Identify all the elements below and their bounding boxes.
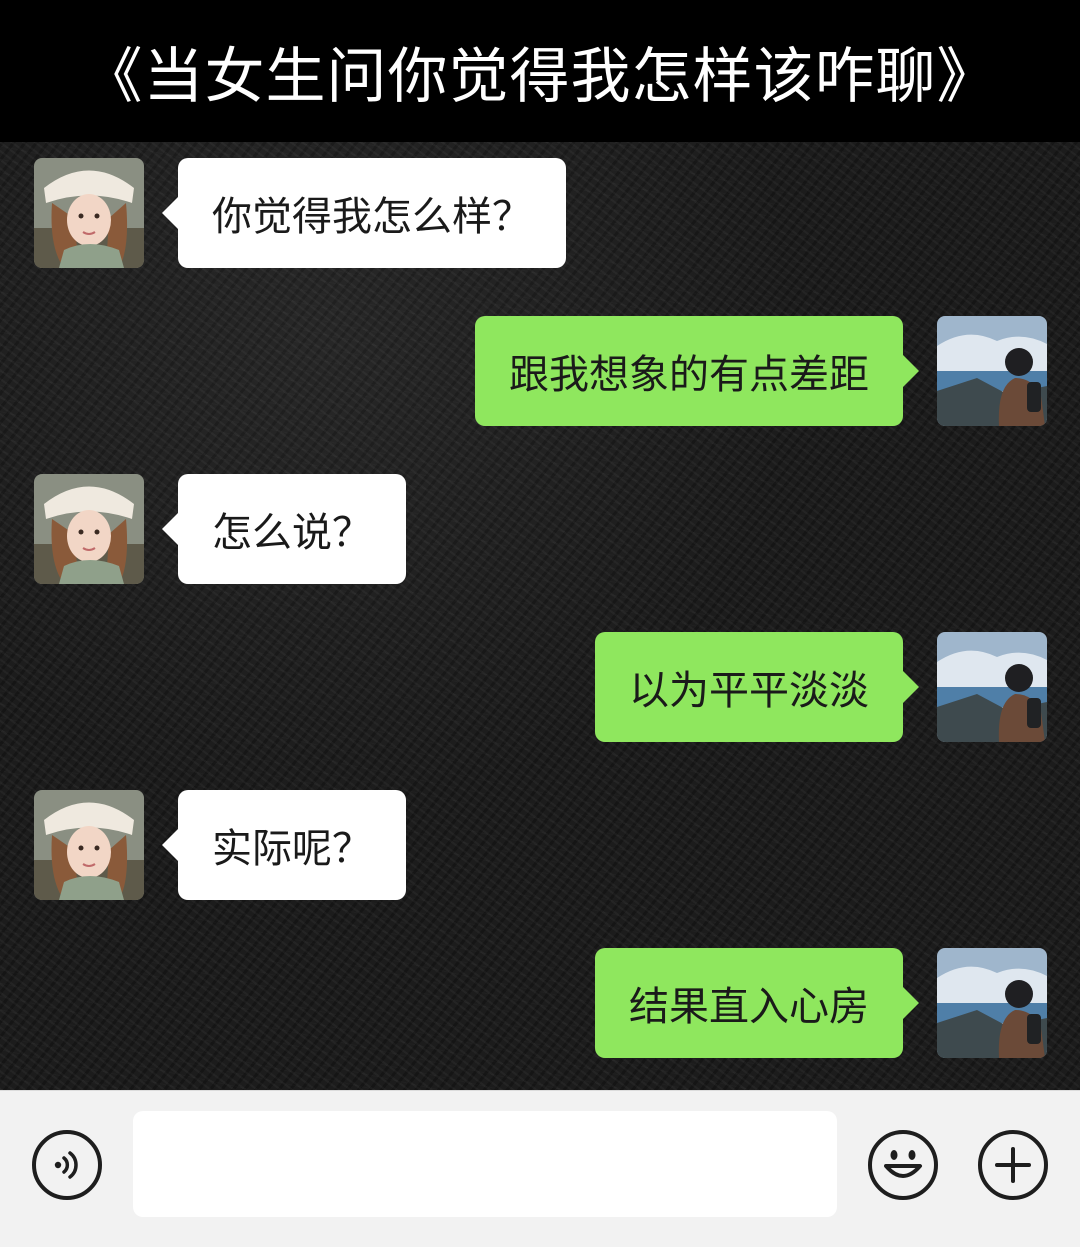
message-input[interactable]: [133, 1111, 837, 1217]
page-title: 《当女生问你觉得我怎样该咋聊》: [82, 41, 998, 112]
emoji-icon: [884, 1150, 922, 1178]
avatar-girl[interactable]: [34, 158, 144, 268]
voice-button[interactable]: [32, 1130, 102, 1200]
avatar-boy[interactable]: [937, 316, 1047, 426]
boy-avatar-image: [937, 632, 1047, 742]
message-text: 跟我想象的有点差距: [509, 352, 869, 398]
emoji-button[interactable]: [868, 1130, 938, 1200]
message-text: 怎么说？: [212, 510, 372, 556]
avatar-boy[interactable]: [937, 632, 1047, 742]
boy-avatar-image: [937, 316, 1047, 426]
boy-avatar-image: [937, 948, 1047, 1058]
message-text: 结果直入心房: [629, 984, 869, 1030]
plus-icon: [995, 1147, 1031, 1183]
girl-avatar-image: [34, 158, 144, 268]
message-bubble-sent[interactable]: 结果直入心房: [595, 948, 919, 1058]
message-text: 你觉得我怎么样？: [212, 194, 532, 240]
voice-icon: [54, 1151, 78, 1179]
girl-avatar-image: [34, 474, 144, 584]
message-bubble-sent[interactable]: 以为平平淡淡: [595, 632, 919, 742]
message-bubble-received[interactable]: 你觉得我怎么样？: [162, 158, 566, 268]
avatar-boy[interactable]: [937, 948, 1047, 1058]
message-bubble-received[interactable]: 怎么说？: [162, 474, 406, 584]
input-bar: [0, 1090, 1080, 1247]
avatar-girl[interactable]: [34, 474, 144, 584]
message-text: 以为平平淡淡: [629, 668, 869, 714]
girl-avatar-image: [34, 790, 144, 900]
message-text: 实际呢？: [212, 826, 372, 872]
title-banner: 《当女生问你觉得我怎样该咋聊》: [0, 0, 1080, 142]
message-bubble-sent[interactable]: 跟我想象的有点差距: [475, 316, 919, 426]
more-button[interactable]: [978, 1130, 1048, 1200]
chat-area[interactable]: 你觉得我怎么样？ 跟我想象的有点差距 怎么说？ 以为平平淡淡 实际呢？ 结果直入…: [0, 142, 1080, 1090]
avatar-girl[interactable]: [34, 790, 144, 900]
message-bubble-received[interactable]: 实际呢？: [162, 790, 406, 900]
